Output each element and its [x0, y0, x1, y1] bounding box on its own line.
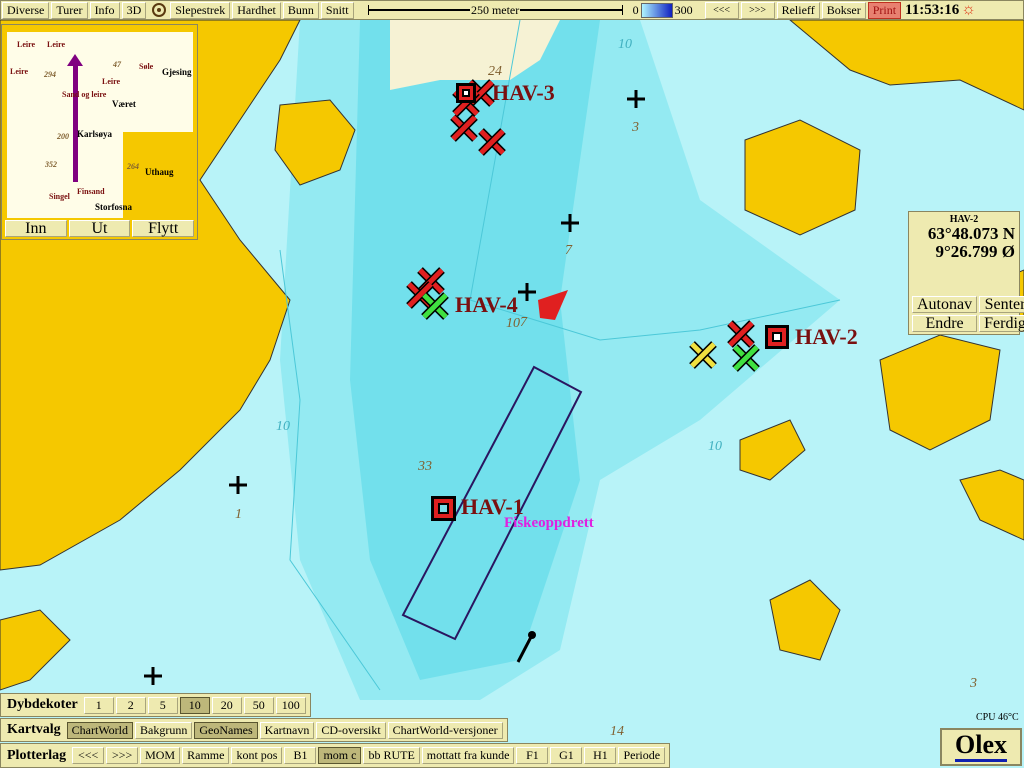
dybdekoter-option[interactable]: 10 — [179, 696, 210, 714]
waypoint-info-panel: HAV-2 63°48.073 N 9°26.799 Ø Autonav Sen… — [908, 211, 1024, 335]
forward-button[interactable]: >>> — [740, 1, 775, 19]
dybdekoter-label: Dybdekoter — [7, 697, 78, 712]
label-fish-farm: Fiskeoppdrett — [504, 515, 594, 531]
endre-button[interactable]: Endre — [912, 315, 978, 332]
menu-hardhet[interactable]: Hardhet — [232, 1, 281, 19]
plotterlag-option[interactable]: kont pos — [231, 747, 283, 764]
depth-label: 7 — [565, 243, 573, 258]
kartvalg-option[interactable]: ChartWorld-versjoner — [387, 721, 503, 739]
kartvalg-option[interactable]: Kartnavn — [259, 721, 315, 739]
target-icon[interactable] — [152, 3, 167, 17]
dybdekoter-option[interactable]: 2 — [115, 696, 146, 714]
menu-turer[interactable]: Turer — [51, 1, 88, 19]
bokser-button[interactable]: Bokser — [821, 1, 866, 19]
depth-label: 1 — [235, 507, 242, 522]
marker-hav3[interactable] — [456, 83, 476, 103]
label-hav3: HAV-3 — [492, 80, 555, 105]
depth-gradient — [640, 2, 673, 18]
plotterlag-option[interactable]: >>> — [106, 747, 139, 764]
plotterlag-option[interactable]: mottatt fra kunde — [421, 747, 515, 764]
zoom-out-button[interactable]: Ut — [68, 220, 131, 237]
marker-hav1[interactable] — [431, 496, 456, 521]
plotterlag-option[interactable]: <<< — [72, 747, 105, 764]
dybdekoter-bar: Dybdekoter 1 2 5 10 20 50 100 — [0, 693, 311, 717]
plotterlag-option[interactable]: Ramme — [182, 747, 230, 764]
depth-label: 7 — [520, 315, 528, 330]
senter-button[interactable]: Senter — [979, 296, 1024, 313]
kartvalg-option[interactable]: Bakgrunn — [135, 721, 193, 739]
sun-icon[interactable]: ☼ — [961, 1, 976, 19]
ferdig-button[interactable]: Ferdig — [979, 315, 1024, 332]
dybdekoter-option[interactable]: 20 — [211, 696, 242, 714]
depth-label: 10 — [708, 439, 722, 454]
back-button[interactable]: <<< — [704, 1, 739, 19]
plotterlag-option[interactable]: MOM — [140, 747, 181, 764]
depth-label: 3 — [969, 676, 977, 691]
depth-label: 33 — [417, 459, 432, 474]
autonav-button[interactable]: Autonav — [912, 296, 978, 313]
dybdekoter-option[interactable]: 1 — [83, 696, 114, 714]
longitude: 9°26.799 Ø — [935, 242, 1015, 261]
plotterlag-option[interactable]: H1 — [584, 747, 617, 764]
clock: 11:53:16 — [905, 1, 960, 18]
depth-label: 3 — [631, 120, 639, 135]
depth-label: 24 — [488, 64, 502, 79]
depth-label: 10 — [618, 37, 632, 52]
cpu-temp: CPU 46°C — [976, 712, 1019, 723]
plotterlag-option[interactable]: F1 — [516, 747, 549, 764]
menu-bunn[interactable]: Bunn — [282, 1, 319, 19]
menu-info[interactable]: Info — [89, 1, 120, 19]
kartvalg-bar: Kartvalg ChartWorld Bakgrunn GeoNames Kartn… — [0, 718, 508, 742]
depth-max: 300 — [674, 2, 693, 17]
menu-slepestrek[interactable]: Slepestrek — [170, 1, 231, 19]
scale-bar: 250 meter — [367, 3, 623, 17]
dybdekoter-option[interactable]: 5 — [147, 696, 178, 714]
olex-logo[interactable]: Olex — [940, 728, 1022, 766]
menu-diverse[interactable]: Diverse — [2, 1, 50, 19]
dybdekoter-option[interactable]: 100 — [275, 696, 306, 714]
kartvalg-label: Kartvalg — [7, 722, 61, 737]
plotterlag-option[interactable]: B1 — [284, 747, 317, 764]
depth-label: 14 — [610, 724, 624, 739]
dybdekoter-option[interactable]: 50 — [243, 696, 274, 714]
move-button[interactable]: Flytt — [132, 220, 195, 237]
depth-label: 10 — [506, 316, 520, 331]
relieff-button[interactable]: Relieff — [776, 1, 820, 19]
plotterlag-label: Plotterlag — [7, 747, 67, 763]
zoom-in-button[interactable]: Inn — [5, 220, 67, 237]
top-toolbar: Diverse Turer Info 3D Slepestrek Hardhet… — [0, 0, 1024, 20]
kartvalg-option[interactable]: ChartWorld — [66, 721, 134, 739]
plotterlag-option[interactable]: G1 — [550, 747, 583, 764]
marker-hav2[interactable] — [765, 325, 789, 349]
overview-map[interactable]: Leire Leire Leire Leire Søle Gjesing Vær… — [1, 24, 198, 240]
depth-min: 0 — [632, 2, 639, 17]
print-button[interactable]: Print — [867, 1, 902, 19]
plotterlag-option[interactable]: mom c — [318, 747, 362, 764]
plotterlag-option[interactable]: bb RUTE — [363, 747, 420, 764]
menu-snitt[interactable]: Snitt — [320, 1, 354, 19]
kartvalg-option[interactable]: GeoNames — [194, 721, 258, 739]
plotterlag-bar: Plotterlag <<< >>> MOM Ramme kont pos B1 mom c… — [0, 743, 671, 768]
menu-3d[interactable]: 3D — [121, 1, 147, 19]
plotterlag-option[interactable]: Periode — [618, 747, 666, 764]
label-hav4: HAV-4 — [455, 292, 518, 317]
label-hav2: HAV-2 — [795, 324, 858, 349]
course-arrow — [73, 62, 78, 182]
depth-label: 10 — [276, 419, 290, 434]
kartvalg-option[interactable]: CD-oversikt — [316, 721, 386, 739]
latitude: 63°48.073 N — [927, 224, 1015, 243]
